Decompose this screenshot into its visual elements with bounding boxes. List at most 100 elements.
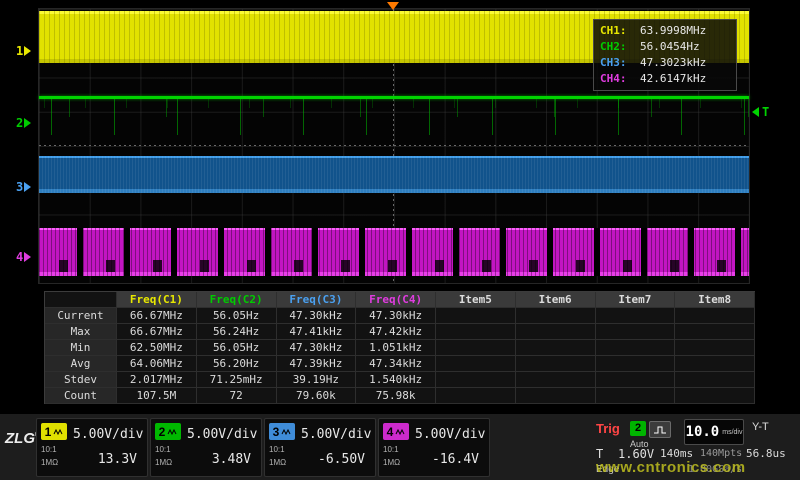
- table-cell: [596, 324, 676, 340]
- table-header: Item5: [436, 292, 516, 308]
- timebase-control[interactable]: 10.0 ms/div: [684, 419, 744, 445]
- trigger-position-marker-icon[interactable]: [387, 2, 399, 10]
- ch1-position-marker[interactable]: 1: [16, 44, 31, 58]
- table-cell: [436, 356, 516, 372]
- freq-ch4-label: CH4:: [600, 71, 640, 87]
- table-cell: [675, 356, 755, 372]
- table-cell: 56.05Hz: [197, 340, 277, 356]
- probe-ratio: 10:1: [269, 445, 285, 454]
- trigger-coupling-icon[interactable]: [649, 421, 671, 438]
- waveform-glyph-icon: [395, 428, 405, 436]
- channel3-settings[interactable]: 3 10:1 1MΩ 5.00V/div -6.50V: [264, 418, 376, 477]
- channel-offset: -16.4V: [432, 452, 479, 467]
- table-cell: 56.24Hz: [197, 324, 277, 340]
- table-header: Freq(C4): [356, 292, 436, 308]
- channel1-badge: 1: [41, 423, 67, 440]
- table-row-label: Stdev: [45, 372, 117, 388]
- channel-offset: -6.50V: [318, 452, 365, 467]
- input-impedance: 1MΩ: [41, 458, 58, 467]
- ch2-glitch-ticks: [39, 99, 749, 135]
- table-cell: 56.20Hz: [197, 356, 277, 372]
- table-header: Freq(C3): [277, 292, 357, 308]
- volts-per-div: 5.00V/div: [73, 427, 143, 442]
- ch4-marker-label: 4: [16, 250, 23, 264]
- table-cell: [516, 372, 596, 388]
- ch4-waveform-notches: [39, 260, 749, 272]
- ch2-marker-label: 2: [16, 116, 23, 130]
- channel4-settings[interactable]: 4 10:1 1MΩ 5.00V/div -16.4V: [378, 418, 490, 477]
- table-cell: [436, 324, 516, 340]
- channel3-badge: 3: [269, 423, 295, 440]
- table-cell: [675, 340, 755, 356]
- waveform-glyph-icon: [281, 428, 291, 436]
- right-arrow-icon: [24, 46, 31, 56]
- freq-ch3-label: CH3:: [600, 55, 640, 71]
- table-row-label: Max: [45, 324, 117, 340]
- ch2-position-marker[interactable]: 2: [16, 116, 31, 130]
- freq-ch2-label: CH2:: [600, 39, 640, 55]
- probe-ratio: 10:1: [155, 445, 171, 454]
- channel-offset: 3.48V: [212, 452, 251, 467]
- right-arrow-icon: [24, 252, 31, 262]
- right-arrow-icon: [24, 118, 31, 128]
- table-cell: [596, 388, 676, 404]
- table-cell: 47.42kHz: [356, 324, 436, 340]
- waveform-glyph-icon: [53, 428, 63, 436]
- right-arrow-icon: [24, 182, 31, 192]
- table-cell: 47.39kHz: [277, 356, 357, 372]
- volts-per-div: 5.00V/div: [415, 427, 485, 442]
- table-header: Item7: [596, 292, 676, 308]
- channel-offset: 13.3V: [98, 452, 137, 467]
- table-cell: [675, 388, 755, 404]
- timebase-unit: ms/div: [722, 429, 742, 436]
- table-cell: [436, 372, 516, 388]
- display-time: 56.8us: [746, 447, 786, 460]
- table-cell: [675, 308, 755, 324]
- table-cell: 47.41kHz: [277, 324, 357, 340]
- freq-row-ch4: CH4: 42.6147kHz: [600, 71, 730, 87]
- ch4-waveform: [39, 228, 749, 276]
- table-cell: 47.30kHz: [277, 340, 357, 356]
- ch4-position-marker[interactable]: 4: [16, 250, 31, 264]
- table-cell: [675, 324, 755, 340]
- waveform-glyph-icon: [167, 428, 177, 436]
- channel-number: 1: [45, 425, 52, 439]
- ch2-waveform: [39, 94, 749, 146]
- memory-depth: 140Mpts: [700, 448, 742, 459]
- channel1-settings[interactable]: 1 10:1 1MΩ 5.00V/div 13.3V: [36, 418, 148, 477]
- input-impedance: 1MΩ: [155, 458, 172, 467]
- table-cell: 64.06MHz: [117, 356, 197, 372]
- measurement-table: Freq(C1) Freq(C2) Freq(C3) Freq(C4) Item…: [44, 291, 755, 404]
- table-row-label: Current: [45, 308, 117, 324]
- channel2-settings[interactable]: 2 10:1 1MΩ 5.00V/div 3.48V: [150, 418, 262, 477]
- table-cell: 1.540kHz: [356, 372, 436, 388]
- input-impedance: 1MΩ: [383, 458, 400, 467]
- table-cell: [436, 308, 516, 324]
- input-impedance: 1MΩ: [269, 458, 286, 467]
- table-cell: [436, 340, 516, 356]
- trigger-source-badge[interactable]: 2: [630, 421, 646, 436]
- ch3-position-marker[interactable]: 3: [16, 180, 31, 194]
- trigger-level-marker[interactable]: T: [752, 105, 769, 119]
- table-corner: [45, 292, 117, 308]
- table-cell: [596, 340, 676, 356]
- freq-ch4-value: 42.6147kHz: [640, 71, 706, 87]
- table-header: Freq(C1): [117, 292, 197, 308]
- freq-ch3-value: 47.3023kHz: [640, 55, 706, 71]
- oscilloscope-screen: CH1: 63.9998MHz CH2: 56.0454Hz CH3: 47.3…: [0, 0, 800, 480]
- channel4-badge: 4: [383, 423, 409, 440]
- channel-number: 3: [273, 425, 280, 439]
- table-cell: 66.67MHz: [117, 324, 197, 340]
- volts-per-div: 5.00V/div: [301, 427, 371, 442]
- ch3-waveform: [39, 156, 749, 193]
- trigger-section-label[interactable]: Trig: [596, 421, 620, 436]
- table-cell: [596, 372, 676, 388]
- table-cell: 79.60k: [277, 388, 357, 404]
- channel-number: 4: [387, 425, 394, 439]
- table-cell: 47.34kHz: [356, 356, 436, 372]
- table-cell: 71.25mHz: [197, 372, 277, 388]
- probe-ratio: 10:1: [41, 445, 57, 454]
- table-cell: 62.50MHz: [117, 340, 197, 356]
- freq-row-ch3: CH3: 47.3023kHz: [600, 55, 730, 71]
- volts-per-div: 5.00V/div: [187, 427, 257, 442]
